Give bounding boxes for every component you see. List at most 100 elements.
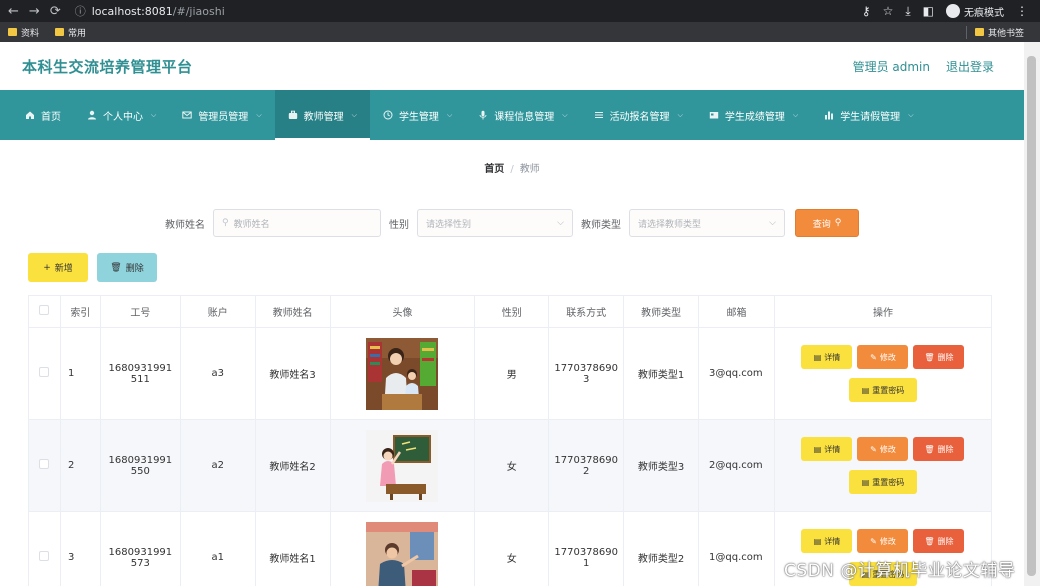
avatar-image[interactable]: [366, 521, 439, 586]
table-row: 2 1680931991 550 a2 教师姓名2 女 1770378690 2…: [28, 419, 993, 512]
chevron-down-icon: ⌵: [351, 110, 357, 119]
chevron-down-icon: ⌵: [256, 110, 262, 119]
breadcrumb: 首页 / 教师: [0, 160, 1024, 175]
reset-password-button[interactable]: ▤ 重置密码: [848, 378, 917, 402]
cell-account: a3: [179, 327, 256, 420]
vertical-scrollbar[interactable]: [1024, 42, 1040, 586]
watermark: CSDN @计算机毕业论文辅导: [784, 561, 1016, 581]
menu-item-grades[interactable]: 学生成绩管理 ⌵: [696, 90, 811, 140]
bulk-delete-button[interactable]: 🗑 删除: [97, 253, 157, 282]
cell-email: 1@qq.com: [698, 511, 775, 586]
mail-icon: [182, 111, 193, 119]
trash-icon: 🗑: [110, 262, 122, 273]
forward-icon[interactable]: →: [29, 4, 40, 19]
bar-chart-icon: [825, 111, 834, 120]
chevron-down-icon: ⌵: [557, 218, 564, 228]
bookmarks-bar: 资料 常用 其他书签: [0, 22, 1040, 42]
menu-item-profile[interactable]: 个人中心 ⌵: [74, 90, 169, 140]
cell-avatar: [329, 327, 476, 420]
type-select[interactable]: 请选择教师类型 ⌵: [629, 209, 785, 237]
detail-button[interactable]: ▤ 详情: [801, 345, 853, 369]
action-bar: + 新增 🗑 删除: [28, 253, 1024, 282]
trash-icon: 🗑: [924, 352, 935, 362]
breadcrumb-current: 教师: [519, 164, 540, 175]
url-host: localhost:8081: [91, 4, 173, 18]
menu-item-teacher[interactable]: 教师管理 ⌵: [274, 90, 371, 140]
app-title: 本科生交流培养管理平台: [22, 57, 193, 76]
avatar-image[interactable]: [366, 337, 439, 410]
table-header-row: 索引 工号 账户 教师姓名 头像 性别 联系方式 教师类型 邮箱 操作: [28, 295, 993, 328]
breadcrumb-home[interactable]: 首页: [484, 164, 504, 175]
scrollbar-thumb[interactable]: [1027, 56, 1036, 576]
incognito-badge[interactable]: 无痕模式: [946, 4, 1004, 19]
app-header: 本科生交流培养管理平台 管理员 admin 退出登录: [0, 42, 1024, 90]
menu-item-leave[interactable]: 学生请假管理 ⌵: [811, 90, 926, 140]
cell-email: 2@qq.com: [698, 419, 775, 512]
avatar-image[interactable]: [366, 429, 439, 502]
star-icon[interactable]: ☆: [883, 4, 894, 18]
detail-button[interactable]: ▤ 详情: [801, 437, 853, 461]
browser-toolbar: ← → ⟳ ⓘ localhost:8081/#/jiaoshi ⚷ ☆ ⤓ ◧…: [0, 0, 1040, 22]
document-icon: ▤: [813, 352, 822, 362]
table-row: 1 1680931991 511 a3 教师姓名3 男 1770378690 3…: [28, 327, 993, 420]
chevron-down-icon: ⌵: [562, 110, 568, 119]
reset-password-button[interactable]: ▤ 重置密码: [848, 470, 917, 494]
other-bookmarks[interactable]: 其他书签: [965, 25, 1024, 39]
detail-button[interactable]: ▤ 详情: [801, 529, 853, 553]
teacher-table: 索引 工号 账户 教师姓名 头像 性别 联系方式 教师类型 邮箱 操作 1 16…: [28, 295, 993, 586]
menu-item-home[interactable]: 首页: [12, 90, 74, 140]
cell-type: 教师类型2: [623, 511, 700, 586]
back-icon[interactable]: ←: [8, 4, 19, 19]
address-bar[interactable]: ⓘ localhost:8081/#/jiaoshi: [75, 3, 225, 19]
row-checkbox[interactable]: [39, 459, 50, 469]
select-all-checkbox[interactable]: [39, 305, 50, 315]
cell-id: 1680931991 511: [99, 327, 181, 420]
top-menu: 首页 个人中心 ⌵ 管理员管理 ⌵ 教师管理 ⌵ 学生管理 ⌵ 课程信息管理 ⌵ 活动报名…: [0, 90, 1024, 140]
edit-button[interactable]: ✎ 修改: [857, 345, 909, 369]
document-icon: ▤: [813, 536, 822, 546]
delete-button[interactable]: 🗑 删除: [913, 529, 965, 553]
menu-item-activity[interactable]: 活动报名管理 ⌵: [581, 90, 696, 140]
plus-icon: +: [43, 262, 51, 273]
col-account: 账户: [179, 295, 256, 328]
cell-phone: 1770378690 3: [548, 327, 625, 420]
bookmark-folder[interactable]: 资料: [8, 26, 39, 39]
edit-button[interactable]: ✎ 修改: [857, 437, 909, 461]
menu-item-student[interactable]: 学生管理 ⌵: [370, 90, 465, 140]
cell-gender: 男: [474, 327, 550, 420]
user-icon: [88, 110, 96, 120]
menu-item-course[interactable]: 课程信息管理 ⌵: [465, 90, 580, 140]
cell-gender: 女: [474, 419, 550, 512]
menu-kebab-icon[interactable]: ⋮: [1016, 4, 1028, 18]
cell-account: a1: [179, 511, 256, 586]
logout-link[interactable]: 退出登录: [946, 58, 994, 75]
search-button[interactable]: 查询 ⚲: [795, 209, 859, 237]
url-path: /#/jiaoshi: [172, 4, 225, 18]
delete-button[interactable]: 🗑 删除: [913, 345, 965, 369]
info-icon[interactable]: ⓘ: [75, 3, 86, 19]
search-icon: ⚲: [834, 218, 842, 228]
col-phone: 联系方式: [548, 295, 625, 328]
row-checkbox[interactable]: [39, 367, 50, 377]
chevron-down-icon: ⌵: [446, 110, 453, 119]
delete-button[interactable]: 🗑 删除: [913, 437, 965, 461]
cell-type: 教师类型1: [623, 327, 700, 420]
add-button[interactable]: + 新增: [28, 253, 88, 282]
col-name: 教师姓名: [254, 295, 331, 328]
reload-icon[interactable]: ⟳: [50, 4, 61, 19]
key-icon[interactable]: ⚷: [862, 4, 871, 18]
edit-button[interactable]: ✎ 修改: [857, 529, 909, 553]
chevron-down-icon: ⌵: [151, 110, 157, 119]
name-search-input[interactable]: ⚲ 教师姓名: [213, 209, 381, 237]
row-checkbox[interactable]: [39, 551, 50, 561]
cell-id: 1680931991 550: [99, 419, 181, 512]
menu-item-admin[interactable]: 管理员管理 ⌵: [169, 90, 274, 140]
bookmark-folder[interactable]: 常用: [55, 26, 86, 39]
gender-select[interactable]: 请选择性别 ⌵: [417, 209, 573, 237]
col-id: 工号: [99, 295, 181, 328]
col-gender: 性别: [474, 295, 550, 328]
sidepanel-icon[interactable]: ◧: [923, 4, 934, 18]
download-icon[interactable]: ⤓: [905, 4, 910, 19]
type-label: 教师类型: [581, 219, 621, 231]
document-icon: ▤: [861, 385, 870, 395]
